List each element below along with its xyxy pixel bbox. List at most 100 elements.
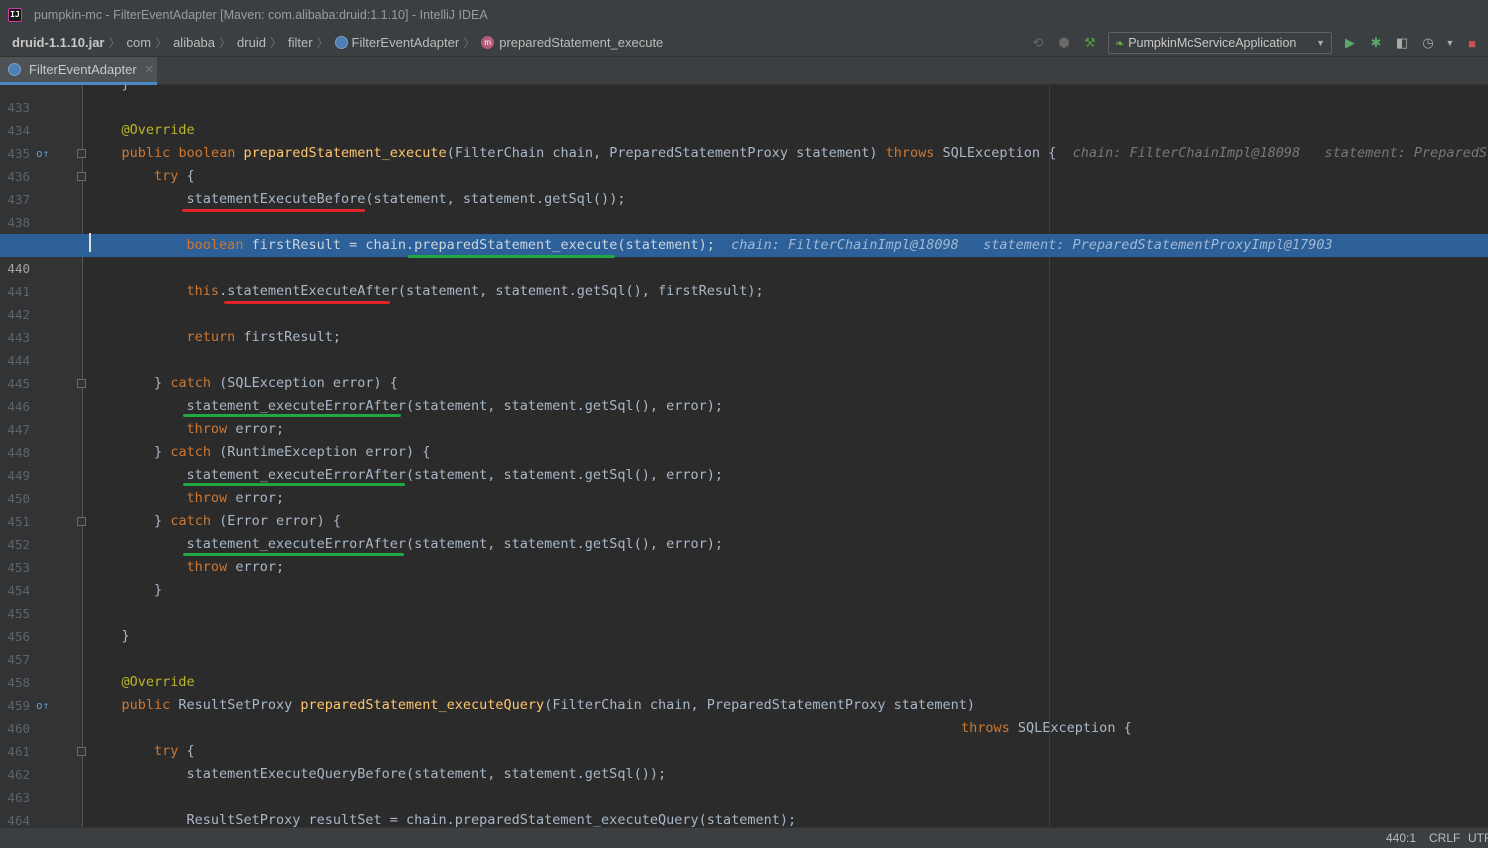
code-text: }: [121, 628, 130, 644]
breadcrumb-package-filter[interactable]: filter: [288, 35, 313, 50]
fold-marker-icon[interactable]: [77, 517, 86, 526]
code-line[interactable]: 455 }: [0, 579, 1488, 621]
code-line[interactable]: 436 o↑ public boolean preparedStatement_…: [0, 142, 1488, 184]
tab-filter-event-adapter[interactable]: FilterEventAdapter ✕: [0, 57, 157, 85]
code-line[interactable]: 459 @Override: [0, 671, 1488, 713]
breadcrumb-separator-icon: 〉: [316, 36, 329, 50]
profile-dropdown-icon[interactable]: ▼: [1446, 35, 1455, 51]
stop-hexagon-icon[interactable]: ⬢: [1056, 35, 1072, 51]
code-text: @Override: [121, 674, 195, 690]
code-line[interactable]: 445: [0, 349, 1488, 391]
breadcrumb-method-label: preparedStatement_execute: [499, 35, 664, 50]
stop-icon[interactable]: ■: [1464, 35, 1480, 51]
red-annotation-underline: [182, 209, 365, 212]
breadcrumb-jar[interactable]: druid-1.1.10.jar: [12, 35, 104, 50]
code-line[interactable]: 460 o↑ public ResultSetProxy preparedSta…: [0, 694, 1488, 736]
cursor-position[interactable]: 440:1: [1386, 831, 1416, 845]
fold-marker-icon[interactable]: [77, 172, 86, 181]
code-text: @Override: [121, 122, 195, 138]
coverage-icon[interactable]: ◧: [1394, 35, 1410, 51]
red-annotation-underline: [224, 301, 390, 304]
code-line[interactable]: 437 try {: [0, 165, 1488, 207]
run-toolbar: ⟲ ⬢ ⚒ ❧ PumpkinMcServiceApplication ▼ ▶ …: [1030, 29, 1480, 57]
code-line[interactable]: 438 statementExecuteBefore(statement, st…: [0, 188, 1488, 230]
code-line[interactable]: 458: [0, 648, 1488, 690]
green-annotation-underline: [183, 553, 404, 556]
breadcrumb-method[interactable]: m preparedStatement_execute: [481, 35, 663, 50]
title-bar: IJ pumpkin-mc - FilterEventAdapter [Mave…: [0, 0, 1488, 29]
code-line[interactable]: 439: [0, 211, 1488, 253]
profile-icon[interactable]: ◷: [1420, 35, 1436, 51]
code-line[interactable]: 434: [0, 96, 1488, 138]
current-execution-line[interactable]: 440 boolean firstResult = chain.prepared…: [0, 234, 1488, 276]
code-line[interactable]: 454 throw error;: [0, 556, 1488, 598]
code-text: } catch (RuntimeException error) {: [154, 444, 431, 460]
run-icon[interactable]: ▶: [1342, 35, 1358, 51]
code-text: } catch (Error error) {: [154, 513, 341, 529]
line-separator[interactable]: CRLF: [1429, 831, 1460, 845]
code-line[interactable]: 446 } catch (SQLException error) {: [0, 372, 1488, 414]
breadcrumb-separator-icon: 〉: [108, 36, 121, 50]
code-line[interactable]: 451 throw error;: [0, 487, 1488, 529]
code-line[interactable]: 442 this.statementExecuteAfter(statement…: [0, 280, 1488, 322]
code-line[interactable]: 457 }: [0, 625, 1488, 667]
code-line[interactable]: 456: [0, 602, 1488, 644]
code-text: throws SQLException {: [961, 720, 1132, 736]
code-line[interactable]: 465 ResultSetProxy resultSet = chain.pre…: [0, 809, 1488, 827]
green-annotation-underline: [183, 414, 401, 417]
code-text: public ResultSetProxy preparedStatement_…: [121, 697, 975, 713]
breadcrumb-package-com[interactable]: com: [127, 35, 152, 50]
editor-tab-bar: FilterEventAdapter ✕: [0, 57, 1488, 85]
code-line[interactable]: 461 throws SQLException {: [0, 717, 1488, 759]
code-line[interactable]: 449 } catch (RuntimeException error) {: [0, 441, 1488, 483]
code-line[interactable]: 463 statementExecuteQueryBefore(statemen…: [0, 763, 1488, 805]
inline-debug-hint: chain: FilterChainImpl@18098 statement: …: [1072, 145, 1488, 161]
text-caret: [89, 233, 91, 252]
code-line[interactable]: 443: [0, 303, 1488, 345]
code-line[interactable]: 452 } catch (Error error) {: [0, 510, 1488, 552]
green-annotation-underline: [408, 255, 615, 258]
override-marker-icon[interactable]: o↑: [36, 142, 49, 165]
fold-marker-icon[interactable]: [77, 747, 86, 756]
breadcrumb-separator-icon: 〉: [463, 36, 476, 50]
code-text: try {: [154, 743, 195, 759]
close-icon[interactable]: ✕: [145, 63, 154, 76]
fold-marker-icon[interactable]: [77, 149, 86, 158]
code-text: return firstResult;: [186, 329, 341, 345]
debug-icon[interactable]: ✱: [1368, 35, 1384, 51]
method-icon: m: [481, 36, 495, 49]
code-text: public boolean preparedStatement_execute…: [89, 142, 1488, 165]
code-line[interactable]: 444 return firstResult;: [0, 326, 1488, 368]
code-text: throw error;: [186, 421, 285, 437]
code-line[interactable]: 448 throw error;: [0, 418, 1488, 460]
chevron-down-icon: ▼: [1316, 38, 1325, 48]
breadcrumb-separator-icon: 〉: [219, 36, 232, 50]
file-encoding[interactable]: UTF-8: [1468, 831, 1488, 845]
run-configuration-select[interactable]: ❧ PumpkinMcServiceApplication ▼: [1108, 32, 1332, 54]
build-hammer-icon[interactable]: ⚒: [1082, 35, 1098, 51]
code-line[interactable]: 435 @Override: [0, 119, 1488, 161]
run-configuration-label: PumpkinMcServiceApplication: [1128, 36, 1297, 50]
class-icon: [334, 36, 348, 49]
code-line[interactable]: 433 }: [0, 85, 1488, 115]
code-text: }: [89, 85, 130, 96]
back-icon[interactable]: ⟲: [1030, 35, 1046, 51]
code-text: try {: [154, 168, 195, 184]
green-annotation-underline: [183, 483, 405, 486]
breadcrumb-separator-icon: 〉: [269, 36, 282, 50]
code-text: boolean firstResult = chain.preparedStat…: [186, 237, 1333, 253]
fold-marker-icon[interactable]: [77, 379, 86, 388]
code-line[interactable]: 464: [0, 786, 1488, 827]
intellij-logo-icon: IJ: [8, 7, 22, 22]
code-line[interactable]: 441: [0, 257, 1488, 299]
breadcrumb-package-druid[interactable]: druid: [237, 35, 266, 50]
class-icon: [8, 63, 21, 76]
breadcrumb-package-alibaba[interactable]: alibaba: [173, 35, 215, 50]
code-editor[interactable]: 433 } 434 435 @Override 436 o↑ public bo…: [0, 85, 1488, 827]
breadcrumb-class[interactable]: FilterEventAdapter: [334, 35, 459, 50]
override-marker-icon[interactable]: o↑: [36, 694, 49, 717]
inline-debug-hint: chain: FilterChainImpl@18098 statement: …: [731, 237, 1333, 253]
code-line[interactable]: 462 try {: [0, 740, 1488, 782]
code-text: statementExecuteBefore(statement, statem…: [186, 191, 626, 207]
code-text: ResultSetProxy resultSet = chain.prepare…: [186, 812, 797, 827]
